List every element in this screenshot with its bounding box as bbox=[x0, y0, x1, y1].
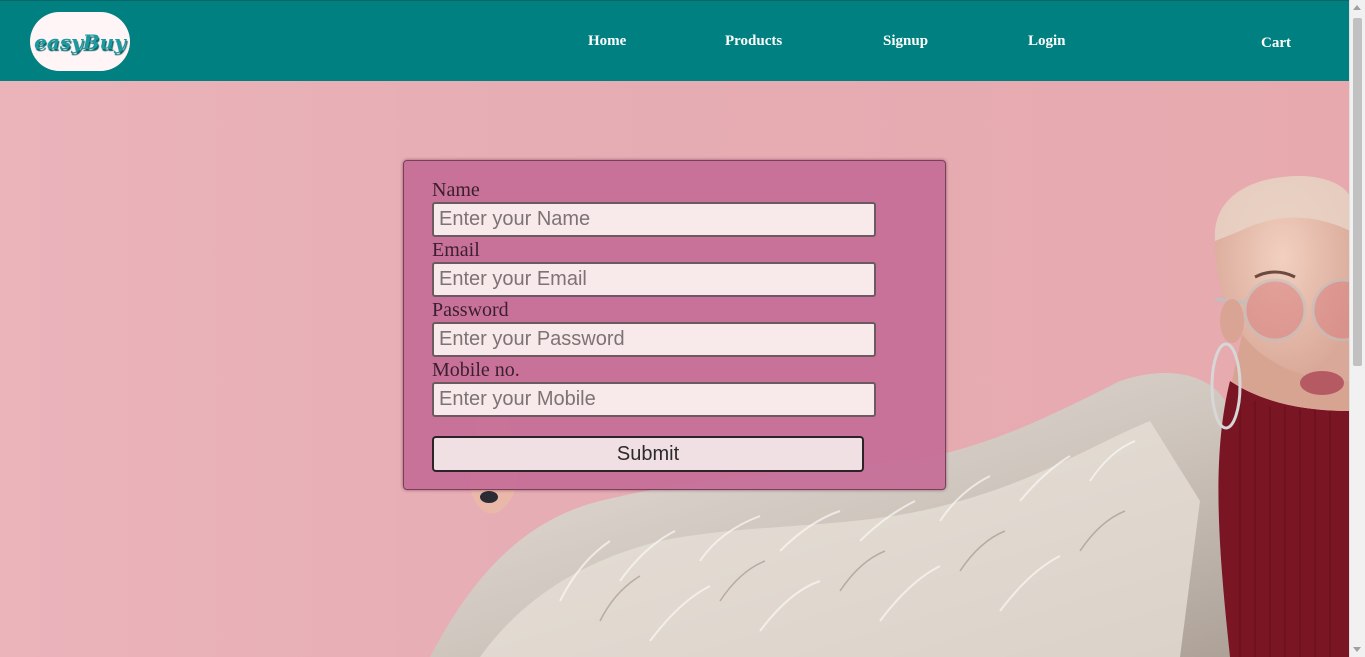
vertical-scrollbar[interactable] bbox=[1349, 0, 1365, 657]
password-input[interactable] bbox=[432, 322, 876, 357]
name-input[interactable] bbox=[432, 202, 876, 237]
scroll-down-arrow-icon[interactable] bbox=[1353, 647, 1361, 652]
nav-link-cart[interactable]: Cart bbox=[1261, 35, 1291, 52]
mobile-label: Mobile no. bbox=[432, 359, 520, 381]
navbar: easyBuy Home Products Signup Login Cart bbox=[0, 0, 1350, 81]
mobile-input[interactable] bbox=[432, 382, 876, 417]
name-label: Name bbox=[432, 179, 480, 201]
logo[interactable]: easyBuy bbox=[30, 12, 130, 71]
scrollbar-thumb[interactable] bbox=[1353, 18, 1362, 366]
nav-link-products[interactable]: Products bbox=[725, 33, 782, 50]
signup-form: Name Email Password Mobile no. Submit bbox=[403, 160, 946, 490]
scroll-up-arrow-icon[interactable] bbox=[1353, 5, 1361, 10]
email-input[interactable] bbox=[432, 262, 876, 297]
nav-link-home[interactable]: Home bbox=[588, 33, 626, 50]
password-label: Password bbox=[432, 299, 509, 321]
submit-button[interactable]: Submit bbox=[432, 436, 864, 472]
nav-link-login[interactable]: Login bbox=[1028, 33, 1066, 50]
logo-text: easyBuy bbox=[34, 29, 126, 54]
email-label: Email bbox=[432, 239, 480, 261]
nav-link-signup[interactable]: Signup bbox=[883, 33, 928, 50]
